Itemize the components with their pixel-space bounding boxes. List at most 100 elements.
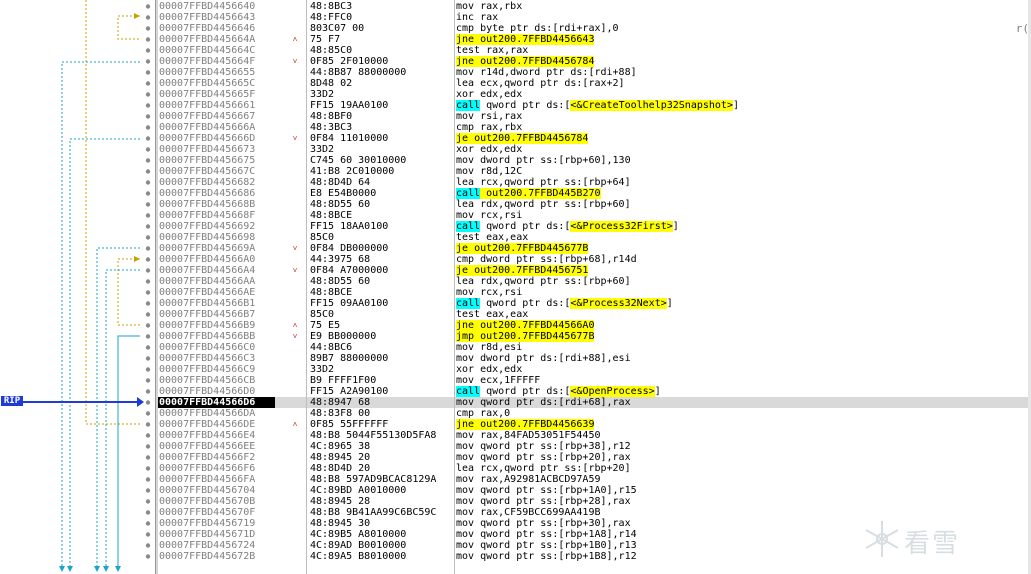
disassembly-cell[interactable]: mov r8d,12C [456, 166, 1031, 177]
breakpoint-dot[interactable] [145, 312, 151, 317]
bytes-cell[interactable]: FF15 18AA0100 [310, 221, 453, 232]
breakpoint-dot[interactable] [145, 422, 151, 427]
address-cell[interactable]: 00007FFBD445664F [158, 56, 302, 67]
bytes-cell[interactable]: 33D2 [310, 89, 453, 100]
instruction-row[interactable]: 00007FFBD445664C 48:85C0 test rax,rax [158, 45, 1031, 56]
disassembly-cell[interactable]: mov qword ptr ss:[rbp+20],rax [456, 452, 1031, 463]
disassembly-cell[interactable]: jne out200.7FFBD44566A0 [456, 320, 1031, 331]
disassembly-cell[interactable]: je out200.7FFBD445677B [456, 243, 1031, 254]
address-cell[interactable]: 00007FFBD445670F [158, 507, 302, 518]
disassembly-cell[interactable]: lea ecx,qword ptr ds:[rax+2] [456, 78, 1031, 89]
address-cell[interactable]: 00007FFBD445666D [158, 133, 302, 144]
instruction-row[interactable]: 00007FFBD445664A ˄ 75 F7 jne out200.7FFBD44… [158, 34, 1031, 45]
instruction-row[interactable]: 00007FFBD4456661 FF15 19AA0100 call qword … [158, 100, 1031, 111]
address-cell[interactable]: 00007FFBD44566B7 [158, 309, 302, 320]
disassembly-cell[interactable]: je out200.7FFBD4456784 [456, 133, 1031, 144]
instruction-row[interactable]: 00007FFBD4456675 C745 60 30010000 mov dwor… [158, 155, 1031, 166]
breakpoint-dot[interactable] [145, 15, 151, 20]
instruction-row[interactable]: 00007FFBD445668B 48:8D55 60 lea rdx,qword … [158, 199, 1031, 210]
address-cell[interactable]: 00007FFBD44566DE [158, 419, 302, 430]
instruction-row[interactable]: 00007FFBD445668F 48:8BCE mov rcx,rsi [158, 210, 1031, 221]
bytes-cell[interactable]: 4C:8965 38 [310, 441, 453, 452]
bytes-cell[interactable]: E9 BB000000 [310, 331, 453, 342]
address-cell[interactable]: 00007FFBD4456698 [158, 232, 302, 243]
instruction-row[interactable]: 00007FFBD44566AE 48:8BCE mov rcx,rsi [158, 287, 1031, 298]
breakpoint-dot[interactable] [145, 389, 151, 394]
disassembly-cell[interactable]: je out200.7FFBD4456751 [456, 265, 1031, 276]
address-cell[interactable]: 00007FFBD445664C [158, 45, 302, 56]
disassembly-cell[interactable]: mov r14d,dword ptr ds:[rdi+88] [456, 67, 1031, 78]
disassembly-cell[interactable]: cmp rax,0 [456, 408, 1031, 419]
bytes-cell[interactable]: 0F84 11010000 [310, 133, 453, 144]
address-cell[interactable]: 00007FFBD44566B1 [158, 298, 302, 309]
disassembly-cell[interactable]: call out200.7FFBD445B270 [456, 188, 1031, 199]
disassembly-cell[interactable]: call qword ptr ds:[<&Process32Next>] [456, 298, 1031, 309]
breakpoint-dot[interactable] [145, 246, 151, 251]
bytes-cell[interactable]: 0F84 DB000000 [310, 243, 453, 254]
disassembly-cell[interactable]: mov dword ptr ss:[rbp+60],130 [456, 155, 1031, 166]
instruction-row[interactable]: 00007FFBD4456704 4C:89BD A0010000 mov qwor… [158, 485, 1031, 496]
address-cell[interactable]: 00007FFBD445668F [158, 210, 302, 221]
breakpoint-dot[interactable] [145, 279, 151, 284]
instruction-row[interactable]: 00007FFBD445666D ˅ 0F84 11010000 je out200.… [158, 133, 1031, 144]
instruction-row[interactable]: 00007FFBD44566C3 89B7 88000000 mov dword p… [158, 353, 1031, 364]
breakpoint-dot[interactable] [145, 411, 151, 416]
disassembly-cell[interactable]: mov dword ptr ds:[rdi+88],esi [456, 353, 1031, 364]
instruction-row[interactable]: 00007FFBD44566EE 4C:8965 38 mov qword ptr … [158, 441, 1031, 452]
bytes-cell[interactable]: 4C:89B5 A8010000 [310, 529, 453, 540]
address-cell[interactable]: 00007FFBD44566E4 [158, 430, 302, 441]
address-cell[interactable]: 00007FFBD44566D0 [158, 386, 302, 397]
disassembly-cell[interactable]: mov ecx,1FFFFF [456, 375, 1031, 386]
instruction-row[interactable]: 00007FFBD44566A4 ˅ 0F84 A7000000 je out200.… [158, 265, 1031, 276]
disassembly-cell[interactable]: jne out200.7FFBD4456639 [456, 419, 1031, 430]
instruction-row[interactable]: 00007FFBD44566BB ˅ E9 BB000000 jmp out200.7… [158, 331, 1031, 342]
address-cell[interactable]: 00007FFBD44566C3 [158, 353, 302, 364]
address-cell[interactable]: 00007FFBD44566A4 [158, 265, 302, 276]
breakpoint-dot[interactable] [145, 48, 151, 53]
address-cell[interactable]: 00007FFBD445664A [158, 34, 302, 45]
disassembly-cell[interactable]: mov qword ptr ss:[rbp+38],r12 [456, 441, 1031, 452]
bytes-cell[interactable]: 48:8945 20 [310, 452, 453, 463]
instruction-row[interactable]: 00007FFBD445667C 41:B8 2C010000 mov r8d,12… [158, 166, 1031, 177]
bytes-cell[interactable]: 33D2 [310, 364, 453, 375]
disassembly-cell[interactable]: xor edx,edx [456, 364, 1031, 375]
breakpoint-dot[interactable] [145, 400, 151, 405]
bytes-cell[interactable]: 48:B8 597AD9BCAC8129A [310, 474, 453, 485]
address-cell[interactable]: 00007FFBD44566AA [158, 276, 302, 287]
address-cell[interactable]: 00007FFBD44566EE [158, 441, 302, 452]
bytes-cell[interactable]: 48:FFC0 [310, 12, 453, 23]
disassembly-column-separator[interactable] [454, 0, 455, 574]
bytes-cell[interactable]: 89B7 88000000 [310, 353, 453, 364]
breakpoint-dot[interactable] [145, 4, 151, 9]
disassembly-cell[interactable]: mov qword ptr ds:[rdi+68],rax [456, 397, 1031, 408]
disassembly-cell[interactable]: jne out200.7FFBD4456643 [456, 34, 1031, 45]
disassembly-cell[interactable]: mov rax,84FAD53051F54450 [456, 430, 1031, 441]
instruction-row[interactable]: 00007FFBD44566C9 33D2 xor edx,edx [158, 364, 1031, 375]
breakpoint-dot[interactable] [145, 70, 151, 75]
bytes-cell[interactable]: 48:8D4D 20 [310, 463, 453, 474]
instruction-row[interactable]: 00007FFBD445666A 48:3BC3 cmp rax,rbx [158, 122, 1031, 133]
breakpoint-dot[interactable] [145, 147, 151, 152]
disassembly-cell[interactable]: lea rcx,qword ptr ss:[rbp+64] [456, 177, 1031, 188]
breakpoint-dot[interactable] [145, 26, 151, 31]
breakpoint-dot[interactable] [145, 554, 151, 559]
bytes-cell[interactable]: 48:83F8 00 [310, 408, 453, 419]
bytes-cell[interactable]: 4C:89AD B0010000 [310, 540, 453, 551]
breakpoint-dot[interactable] [145, 334, 151, 339]
breakpoint-dot[interactable] [145, 59, 151, 64]
address-cell[interactable]: 00007FFBD44566BB [158, 331, 302, 342]
breakpoint-dot[interactable] [145, 213, 151, 218]
instruction-row[interactable]: 00007FFBD4456686 E8 E54B0000 call out200.7… [158, 188, 1031, 199]
bytes-cell[interactable]: 48:8947 68 [310, 397, 453, 408]
bytes-cell[interactable]: 48:8BC3 [310, 1, 453, 12]
bytes-cell[interactable]: 41:B8 2C010000 [310, 166, 453, 177]
disassembly-cell[interactable]: test eax,eax [456, 232, 1031, 243]
bytes-cell[interactable]: 48:8BCE [310, 287, 453, 298]
instruction-row[interactable]: 00007FFBD4456655 44:8B87 88000000 mov r14d… [158, 67, 1031, 78]
bytes-cell[interactable]: FF15 A2A90100 [310, 386, 453, 397]
breakpoint-dot[interactable] [145, 224, 151, 229]
address-cell[interactable]: 00007FFBD445670B [158, 496, 302, 507]
address-cell[interactable]: 00007FFBD445667C [158, 166, 302, 177]
address-cell[interactable]: 00007FFBD445666A [158, 122, 302, 133]
breakpoint-dot[interactable] [145, 169, 151, 174]
